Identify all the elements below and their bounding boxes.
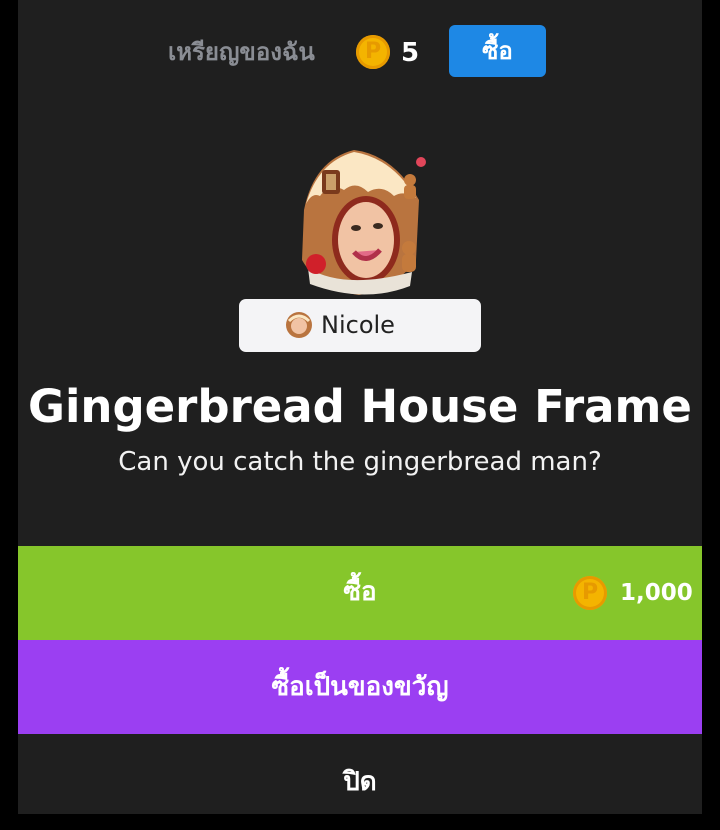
owner-name-chip: Nicole (239, 299, 481, 352)
coin-icon: P (356, 35, 390, 69)
purchase-sheet: เหรียญของฉัน P 5 ซื้อ Nicole Gingerbread… (18, 0, 702, 814)
coin-balance: 5 (401, 38, 420, 68)
owner-name: Nicole (321, 311, 395, 339)
price-label: 1,000 (620, 580, 693, 606)
my-coins-label: เหรียญของฉัน (168, 38, 315, 66)
header-bar: เหรียญของฉัน P 5 ซื้อ (18, 0, 702, 104)
buy-button[interactable]: ซื้อ P 1,000 (18, 546, 702, 640)
item-description: Can you catch the gingerbread man? (118, 447, 602, 477)
close-button[interactable]: ปิด (18, 734, 702, 814)
gingerbread-frame-preview (302, 150, 426, 295)
buy-coins-button[interactable]: ซื้อ (449, 25, 546, 77)
avatar-icon (286, 312, 312, 338)
coin-icon: P (573, 576, 607, 610)
item-title: Gingerbread House Frame (28, 380, 692, 433)
buy-as-gift-button[interactable]: ซื้อเป็นของขวัญ (18, 640, 702, 734)
